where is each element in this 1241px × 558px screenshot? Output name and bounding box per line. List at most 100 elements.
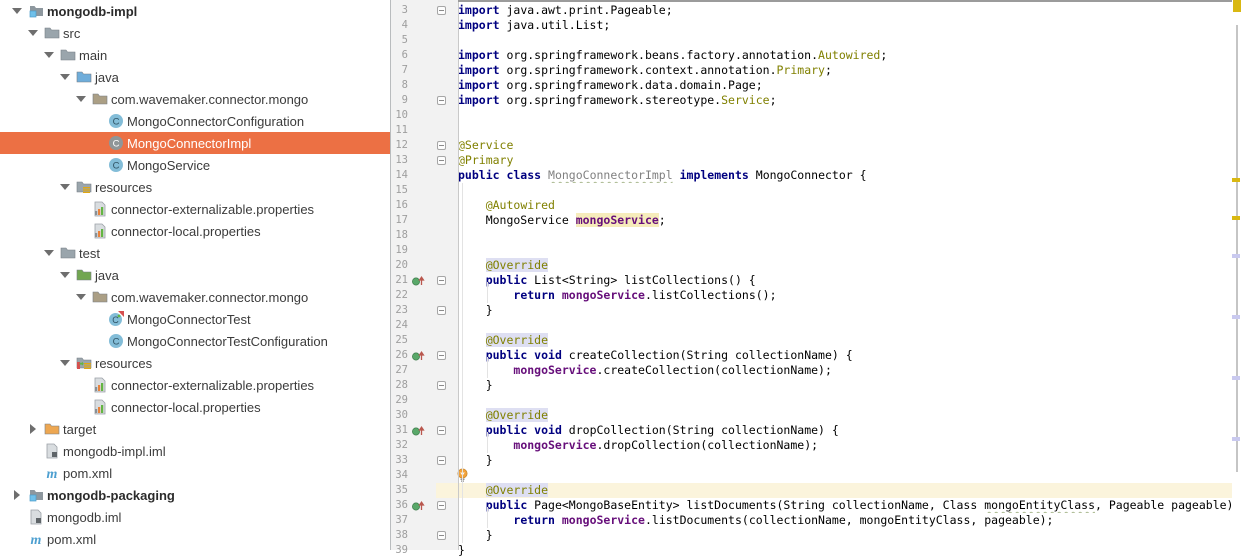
code-line-12[interactable]: 12@Service: [391, 138, 1232, 153]
code-line-content[interactable]: @Override: [436, 258, 1232, 273]
fold-end-marker[interactable]: [437, 156, 446, 165]
tree-item-test[interactable]: test: [0, 242, 390, 264]
tree-item-mongoconnectorimpl[interactable]: CMongoConnectorImpl: [0, 132, 390, 154]
overrides-method-gutter-icon[interactable]: [408, 348, 426, 363]
code-line-4[interactable]: 4import java.util.List;: [391, 18, 1232, 33]
code-line-10[interactable]: 10: [391, 108, 1232, 123]
tree-item-connector-externalizable-properties[interactable]: connector-externalizable.properties: [0, 198, 390, 220]
fold-start-marker[interactable]: [437, 6, 446, 15]
tree-item-src[interactable]: src: [0, 22, 390, 44]
editor-scrollbar-thumb[interactable]: [1236, 25, 1238, 472]
tree-item-pom-xml[interactable]: mpom.xml: [0, 462, 390, 484]
code-line-34[interactable]: 34: [391, 468, 1232, 483]
tree-item-mongodb-iml[interactable]: mongodb.iml: [0, 506, 390, 528]
code-line-16[interactable]: 16 @Autowired: [391, 198, 1232, 213]
code-line-33[interactable]: 33 }: [391, 453, 1232, 468]
code-line-11[interactable]: 11: [391, 123, 1232, 138]
code-line-content[interactable]: public void createCollection(String coll…: [436, 348, 1232, 363]
code-editor[interactable]: 3import java.awt.print.Pageable;4import …: [391, 0, 1241, 550]
code-line-content[interactable]: @Override: [436, 408, 1232, 423]
code-line-content[interactable]: @Primary: [436, 153, 1232, 168]
code-line-content[interactable]: [436, 123, 1232, 138]
fold-start-marker[interactable]: [437, 426, 446, 435]
code-line-28[interactable]: 28 }: [391, 378, 1232, 393]
code-line-13[interactable]: 13@Primary: [391, 153, 1232, 168]
code-line-15[interactable]: 15: [391, 183, 1232, 198]
code-line-23[interactable]: 23 }: [391, 303, 1232, 318]
chevron-expanded-icon[interactable]: [56, 360, 74, 366]
code-line-content[interactable]: [436, 108, 1232, 123]
tree-item-mongoconnectortestconfiguration[interactable]: CMongoConnectorTestConfiguration: [0, 330, 390, 352]
fold-start-marker[interactable]: [437, 351, 446, 360]
code-line-8[interactable]: 8import org.springframework.data.domain.…: [391, 78, 1232, 93]
code-line-37[interactable]: 37 return mongoService.listDocuments(col…: [391, 513, 1232, 528]
code-line-content[interactable]: return mongoService.listDocuments(collec…: [436, 513, 1232, 528]
tree-item-target[interactable]: target: [0, 418, 390, 440]
chevron-expanded-icon[interactable]: [24, 30, 42, 36]
fold-start-marker[interactable]: [437, 501, 446, 510]
code-line-27[interactable]: 27 mongoService.createCollection(collect…: [391, 363, 1232, 378]
code-line-content[interactable]: import org.springframework.stereotype.Se…: [436, 93, 1232, 108]
tree-item-mongodb-impl[interactable]: mongodb-impl: [0, 0, 390, 22]
fold-end-marker[interactable]: [437, 306, 446, 315]
code-line-content[interactable]: @Service: [436, 138, 1232, 153]
code-line-9[interactable]: 9import org.springframework.stereotype.S…: [391, 93, 1232, 108]
code-line-content[interactable]: [436, 468, 1232, 483]
inspection-status-indicator[interactable]: [1233, 0, 1241, 12]
code-line-content[interactable]: import java.awt.print.Pageable;: [436, 3, 1232, 18]
overrides-method-gutter-icon[interactable]: [408, 498, 426, 513]
tree-item-connector-local-properties[interactable]: connector-local.properties: [0, 396, 390, 418]
fold-end-marker[interactable]: [437, 381, 446, 390]
code-line-20[interactable]: 20 @Override: [391, 258, 1232, 273]
code-line-35[interactable]: 35 @Override: [391, 483, 1232, 498]
chevron-expanded-icon[interactable]: [8, 8, 26, 14]
fold-start-marker[interactable]: [437, 276, 446, 285]
code-line-14[interactable]: 14public class MongoConnectorImpl implem…: [391, 168, 1232, 183]
code-line-content[interactable]: }: [436, 303, 1232, 318]
chevron-expanded-icon[interactable]: [40, 250, 58, 256]
code-line-30[interactable]: 30 @Override: [391, 408, 1232, 423]
code-line-content[interactable]: import org.springframework.beans.factory…: [436, 48, 1232, 63]
chevron-collapsed-icon[interactable]: [8, 490, 26, 500]
tree-item-mongoservice[interactable]: CMongoService: [0, 154, 390, 176]
tree-item-resources[interactable]: resources: [0, 176, 390, 198]
usage-stripe-mark[interactable]: [1232, 376, 1240, 380]
usage-stripe-mark[interactable]: [1232, 437, 1240, 441]
code-line-content[interactable]: [436, 228, 1232, 243]
chevron-expanded-icon[interactable]: [72, 294, 90, 300]
code-line-32[interactable]: 32 mongoService.dropCollection(collectio…: [391, 438, 1232, 453]
code-line-39[interactable]: 39}: [391, 543, 1232, 558]
code-line-content[interactable]: public class MongoConnectorImpl implemen…: [436, 168, 1232, 183]
chevron-expanded-icon[interactable]: [56, 74, 74, 80]
code-line-3[interactable]: 3import java.awt.print.Pageable;: [391, 3, 1232, 18]
code-line-36[interactable]: 36 public Page<MongoBaseEntity> listDocu…: [391, 498, 1232, 513]
code-line-content[interactable]: }: [436, 378, 1232, 393]
overrides-method-gutter-icon[interactable]: [408, 273, 426, 288]
tree-item-com-wavemaker-connector-mongo[interactable]: com.wavemaker.connector.mongo: [0, 88, 390, 110]
fold-end-marker[interactable]: [437, 456, 446, 465]
code-line-content[interactable]: [436, 243, 1232, 258]
code-line-content[interactable]: import org.springframework.data.domain.P…: [436, 78, 1232, 93]
code-line-21[interactable]: 21 public List<String> listCollections()…: [391, 273, 1232, 288]
fold-end-marker[interactable]: [437, 531, 446, 540]
chevron-expanded-icon[interactable]: [56, 184, 74, 190]
code-line-content[interactable]: import java.util.List;: [436, 18, 1232, 33]
code-line-content[interactable]: import org.springframework.context.annot…: [436, 63, 1232, 78]
fold-start-marker[interactable]: [437, 141, 446, 150]
usage-stripe-mark[interactable]: [1232, 315, 1240, 319]
code-line-19[interactable]: 19: [391, 243, 1232, 258]
tree-item-mongodb-packaging[interactable]: mongodb-packaging: [0, 484, 390, 506]
code-line-content[interactable]: mongoService.dropCollection(collectionNa…: [436, 438, 1232, 453]
code-line-7[interactable]: 7import org.springframework.context.anno…: [391, 63, 1232, 78]
usage-stripe-mark[interactable]: [1232, 254, 1240, 258]
tree-item-com-wavemaker-connector-mongo[interactable]: com.wavemaker.connector.mongo: [0, 286, 390, 308]
tree-item-java[interactable]: java: [0, 264, 390, 286]
code-line-18[interactable]: 18: [391, 228, 1232, 243]
code-line-content[interactable]: }: [436, 528, 1232, 543]
code-line-content[interactable]: [436, 33, 1232, 48]
code-line-content[interactable]: [436, 183, 1232, 198]
fold-end-marker[interactable]: [437, 96, 446, 105]
project-tree-panel[interactable]: mongodb-implsrcmainjavacom.wavemaker.con…: [0, 0, 391, 550]
code-line-content[interactable]: public void dropCollection(String collec…: [436, 423, 1232, 438]
code-line-29[interactable]: 29: [391, 393, 1232, 408]
